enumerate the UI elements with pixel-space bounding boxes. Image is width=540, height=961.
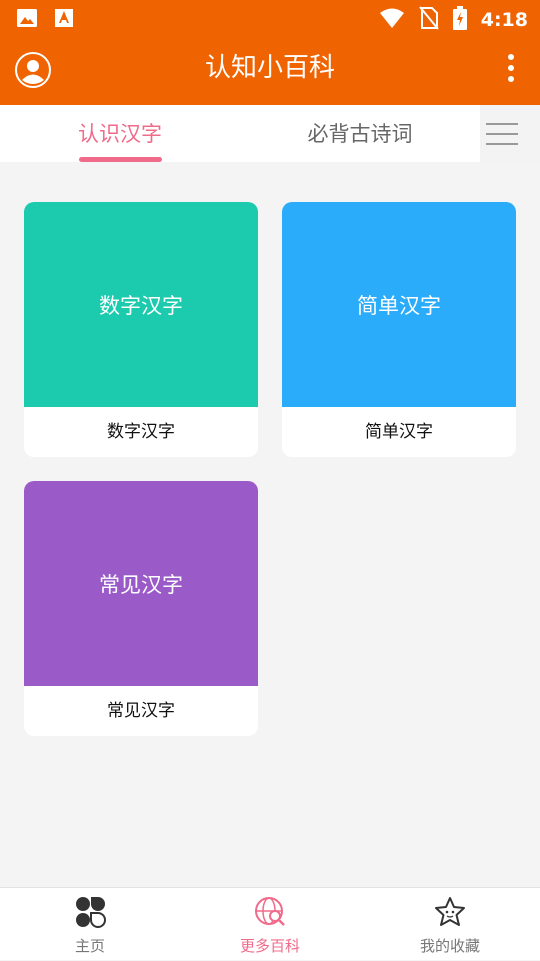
status-bar: 4:18 [0, 0, 540, 36]
app-title: 认知小百科 [204, 53, 335, 83]
nav-label: 更多百科 [239, 937, 300, 955]
more-dot-icon [508, 65, 514, 71]
active-tab-indicator [79, 157, 162, 162]
card-title: 简单汉字 [365, 422, 433, 442]
tab-ancient-poems[interactable]: 必背古诗词 [292, 105, 428, 162]
app-notification-icon [54, 7, 74, 33]
menu-line-icon [486, 133, 518, 135]
home-grid-icon [76, 897, 106, 928]
category-tab-bar: 认识汉字 必背古诗词 [0, 105, 540, 162]
card-title: 数字汉字 [107, 422, 175, 442]
card-cover: 数字汉字 [24, 202, 258, 407]
more-dot-icon [508, 76, 514, 82]
card-simple-characters[interactable]: 简单汉字 简单汉字 [282, 202, 516, 457]
star-icon [435, 897, 465, 926]
status-time: 4:18 [480, 9, 528, 31]
nav-label: 主页 [74, 937, 105, 955]
nav-my-favorites[interactable]: 我的收藏 [360, 888, 540, 961]
more-options-button[interactable] [504, 51, 518, 85]
bottom-navigation: 主页 更多百科 我的收藏 [0, 887, 540, 960]
gallery-notification-icon [16, 7, 38, 33]
no-sim-icon [418, 6, 439, 34]
more-dot-icon [508, 54, 514, 60]
nav-home[interactable]: 主页 [0, 888, 180, 961]
nav-label: 我的收藏 [419, 937, 480, 955]
tab-recognize-characters[interactable]: 认识汉字 [60, 105, 180, 162]
card-common-characters[interactable]: 常见汉字 常见汉字 [24, 481, 258, 736]
card-cover: 简单汉字 [282, 202, 516, 407]
menu-line-icon [486, 143, 518, 145]
menu-line-icon [486, 123, 518, 125]
wifi-icon [379, 7, 405, 33]
card-cover: 常见汉字 [24, 481, 258, 686]
globe-search-icon [255, 897, 285, 926]
card-number-characters[interactable]: 数字汉字 数字汉字 [24, 202, 258, 457]
tab-menu-button[interactable] [480, 105, 540, 162]
app-bar: 认知小百科 [0, 36, 540, 105]
card-title: 常见汉字 [107, 701, 175, 721]
battery-charging-icon [452, 6, 467, 34]
nav-more-encyclopedia[interactable]: 更多百科 [180, 888, 360, 961]
